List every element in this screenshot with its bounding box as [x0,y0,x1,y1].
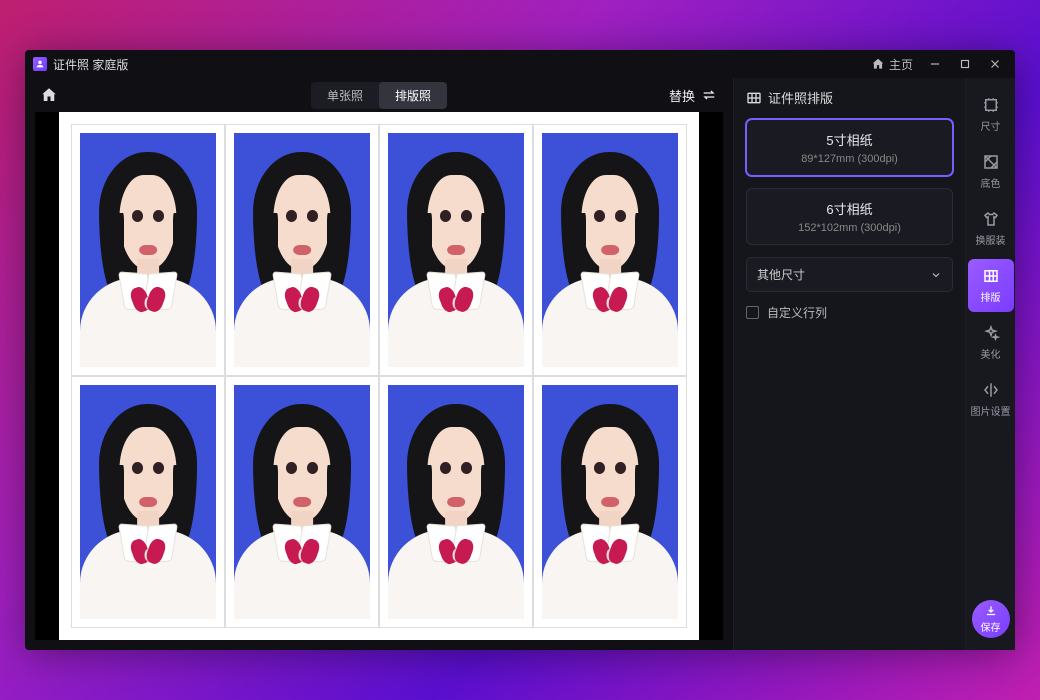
id-photo [234,385,370,619]
rail-item-image-settings[interactable]: 图片设置 [968,373,1014,426]
right-rail: 尺寸 底色 换服装 排版 美化 图片设置 [965,78,1015,650]
replace-label: 替换 [669,86,695,105]
close-button[interactable] [983,52,1007,76]
id-photo [542,133,678,367]
rail-label: 图片设置 [971,403,1011,418]
paper-card-subtitle: 152*102mm (300dpi) [755,222,944,234]
toolbar-home-button[interactable] [35,81,63,109]
photo-cell [533,376,687,628]
sparkle-icon [982,324,1000,342]
side-panel: 证件照排版 5寸相纸 89*127mm (300dpi) 6寸相纸 152*10… [733,78,965,650]
tab-single-photo[interactable]: 单张照 [311,82,379,109]
save-label: 保存 [981,619,1001,634]
checkbox-icon [746,306,759,319]
swap-icon [701,87,717,103]
id-photo [388,133,524,367]
photo-cell [71,376,225,628]
replace-button[interactable]: 替换 [663,86,723,105]
titlebar-home-label: 主页 [889,56,913,73]
paper-card-subtitle: 89*127mm (300dpi) [755,153,944,165]
photo-cell [225,124,379,376]
photo-cell [533,124,687,376]
save-button[interactable]: 保存 [972,600,1010,638]
download-icon [984,604,998,618]
rail-item-beautify[interactable]: 美化 [968,316,1014,369]
photo-cell [71,124,225,376]
grid-icon [746,90,762,106]
tab-layout-photo[interactable]: 排版照 [379,82,447,109]
app-window: 证件照 家庭版 主页 单张照 排版照 [25,50,1015,650]
sidepanel-header: 证件照排版 [746,88,953,107]
id-photo [80,133,216,367]
titlebar: 证件照 家庭版 主页 [25,50,1015,78]
app-logo-icon [33,57,47,71]
background-icon [982,153,1000,171]
id-photo [234,133,370,367]
other-sizes-label: 其他尺寸 [757,266,805,283]
main-area: 单张照 排版照 替换 [25,78,733,650]
maximize-button[interactable] [953,52,977,76]
rail-label: 尺寸 [981,118,1001,133]
id-photo [542,385,678,619]
view-tabs: 单张照 排版照 [311,82,447,109]
home-icon [871,57,885,71]
app-body: 单张照 排版照 替换 [25,78,1015,650]
photo-sheet [59,112,699,640]
rail-item-size[interactable]: 尺寸 [968,88,1014,141]
close-icon [988,57,1002,71]
paper-size-card-5inch[interactable]: 5寸相纸 89*127mm (300dpi) [746,119,953,176]
rail-item-clothing[interactable]: 换服装 [968,202,1014,255]
paper-size-card-6inch[interactable]: 6寸相纸 152*102mm (300dpi) [746,188,953,245]
rail-label: 排版 [981,289,1001,304]
minimize-icon [928,57,942,71]
mirror-icon [982,381,1000,399]
shirt-icon [982,210,1000,228]
photo-canvas [35,112,723,640]
id-photo [388,385,524,619]
minimize-button[interactable] [923,52,947,76]
paper-card-title: 6寸相纸 [755,199,944,218]
rail-item-bgcolor[interactable]: 底色 [968,145,1014,198]
photo-cell [379,376,533,628]
size-icon [982,96,1000,114]
home-icon [40,86,58,104]
custom-rows-cols-checkbox[interactable]: 自定义行列 [746,304,953,321]
id-photo [80,385,216,619]
photo-cell [225,376,379,628]
rail-label: 底色 [981,175,1001,190]
photo-cell [379,124,533,376]
rail-label: 换服装 [976,232,1006,247]
maximize-icon [958,57,972,71]
chevron-down-icon [930,269,942,281]
rail-label: 美化 [981,346,1001,361]
main-toolbar: 单张照 排版照 替换 [25,78,733,112]
paper-card-title: 5寸相纸 [755,130,944,149]
layout-grid-icon [982,267,1000,285]
app-title: 证件照 家庭版 [53,56,128,73]
other-sizes-select[interactable]: 其他尺寸 [746,257,953,292]
titlebar-home-button[interactable]: 主页 [867,52,917,76]
custom-rows-cols-label: 自定义行列 [767,304,827,321]
rail-item-layout[interactable]: 排版 [968,259,1014,312]
sidepanel-header-label: 证件照排版 [768,88,833,107]
